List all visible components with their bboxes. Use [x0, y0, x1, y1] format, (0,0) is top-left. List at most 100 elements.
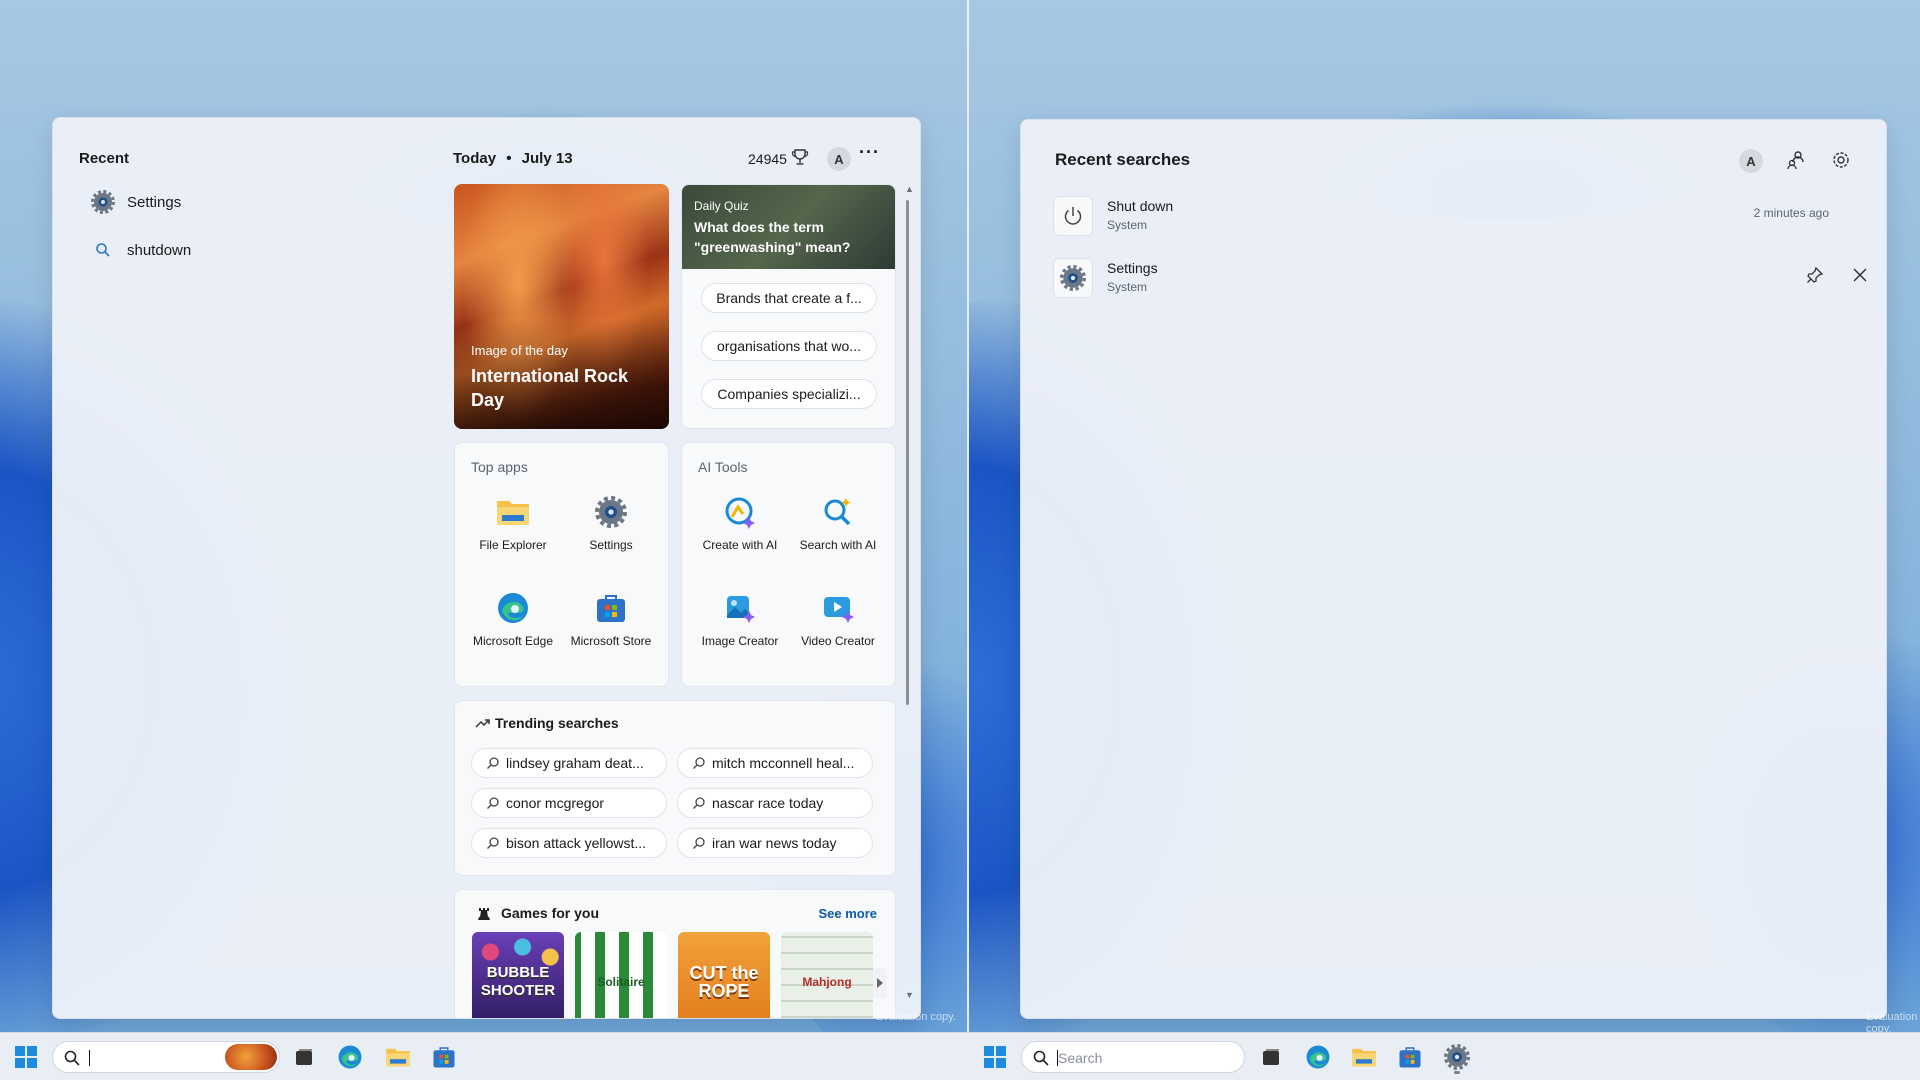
search-highlight-icon[interactable] [225, 1044, 277, 1070]
start-button[interactable] [979, 1041, 1011, 1073]
trending-item-label: bison attack yellowst... [506, 835, 647, 851]
power-icon [1053, 196, 1093, 236]
start-button[interactable] [10, 1041, 42, 1073]
date-header: Today • July 13 [453, 150, 573, 167]
date-value: July 13 [521, 150, 573, 167]
create-with-ai-icon [721, 493, 759, 531]
avatar[interactable]: A [1739, 149, 1763, 173]
games-card: Games for you See more BUBBLE SHOOTER So… [454, 889, 896, 1018]
app-tile-label: Microsoft Edge [472, 634, 554, 648]
quiz-answer[interactable]: Companies specializi... [701, 379, 877, 409]
search-icon [486, 836, 502, 852]
app-tile-settings[interactable]: Settings [562, 493, 660, 553]
file-explorer-taskbar-icon[interactable] [382, 1041, 414, 1073]
game-thumb-cut-the-rope[interactable]: CUT the ROPE [678, 932, 770, 1018]
search-icon [692, 756, 708, 772]
text-caret [89, 1050, 90, 1066]
quiz-answer[interactable]: Brands that create a f... [701, 283, 877, 313]
trending-item-label: mitch mcconnell heal... [712, 755, 855, 771]
taskbar-search-box[interactable]: Search [1021, 1041, 1245, 1073]
connected-accounts-icon[interactable] [1786, 150, 1806, 175]
search-icon [1032, 1049, 1050, 1072]
date-separator: • [506, 150, 512, 167]
trophy-icon[interactable] [791, 148, 811, 168]
recent-heading: Recent [79, 150, 130, 167]
task-view-icon[interactable] [1255, 1041, 1287, 1073]
store-taskbar-icon[interactable] [1394, 1041, 1426, 1073]
taskbar-search-box[interactable] [52, 1041, 280, 1073]
game-thumb-bubble-shooter[interactable]: BUBBLE SHOOTER [472, 932, 564, 1018]
scroll-up-icon[interactable]: ▲ [905, 184, 914, 194]
edge-icon [494, 589, 532, 627]
close-icon[interactable] [1853, 268, 1867, 287]
file-explorer-taskbar-icon[interactable] [1348, 1041, 1380, 1073]
pin-icon[interactable] [1806, 266, 1824, 289]
recent-item-label: Settings [127, 193, 182, 211]
see-more-link[interactable]: See more [818, 906, 877, 921]
quiz-kicker: Daily Quiz [694, 199, 749, 213]
task-view-icon[interactable] [288, 1041, 320, 1073]
search-icon [85, 232, 121, 268]
image-creator-icon [721, 589, 759, 627]
store-taskbar-icon[interactable] [428, 1041, 460, 1073]
trending-item[interactable]: bison attack yellowst... [471, 828, 667, 858]
recent-item-settings[interactable]: Settings [79, 182, 399, 222]
image-of-the-day-title: International Rock Day [471, 366, 629, 410]
recent-search-name: Settings [1107, 260, 1158, 276]
avatar[interactable]: A [827, 147, 851, 171]
running-indicator [1454, 1071, 1460, 1074]
ai-tile-create[interactable]: Create with AI [691, 493, 789, 553]
search-icon [486, 756, 502, 772]
watermark-text: Evaluation copy. [876, 1011, 956, 1023]
gear-icon [1053, 258, 1093, 298]
search-placeholder: Search [1058, 1050, 1103, 1066]
trending-item-label: conor mcgregor [506, 795, 605, 811]
quiz-question: What does the term "greenwashing" mean? [694, 219, 851, 255]
trending-item[interactable]: iran war news today [677, 828, 873, 858]
settings-taskbar-icon[interactable] [1441, 1041, 1473, 1074]
app-tile-file-explorer[interactable]: File Explorer [464, 493, 562, 553]
scrollbar-thumb[interactable] [906, 200, 909, 705]
recent-search-shutdown[interactable]: Shut down System 2 minutes ago [1053, 188, 1863, 244]
search-with-ai-icon [819, 493, 857, 531]
daily-quiz-card: Daily Quiz What does the term "greenwash… [681, 184, 896, 429]
games-icon [475, 904, 493, 927]
rewards-points[interactable]: 24945 [748, 151, 787, 167]
app-tile-store[interactable]: Microsoft Store [562, 589, 660, 649]
top-apps-card: Top apps File Explorer Settings Microsof… [454, 442, 669, 687]
image-of-the-day-card[interactable]: Image of the day International Rock Day [454, 184, 669, 429]
edge-taskbar-icon[interactable] [1302, 1041, 1334, 1073]
trending-item[interactable]: nascar race today [677, 788, 873, 818]
taskbar-left [0, 1032, 967, 1080]
trending-arrow-icon [475, 715, 491, 731]
quiz-answer[interactable]: organisations that wo... [701, 331, 877, 361]
app-tile-label: Microsoft Store [570, 634, 652, 648]
trending-item[interactable]: lindsey graham deat... [471, 748, 667, 778]
scroll-down-icon[interactable]: ▼ [905, 990, 914, 1000]
file-explorer-icon [494, 493, 532, 531]
trending-item[interactable]: conor mcgregor [471, 788, 667, 818]
recent-item-shutdown[interactable]: shutdown [79, 230, 399, 270]
ai-tile-label: Search with AI [799, 538, 877, 552]
ai-tools-card: AI Tools Create with AI Search with AI I… [681, 442, 896, 687]
game-thumb-solitaire[interactable]: Solitaire [575, 932, 667, 1018]
ai-tile-image-creator[interactable]: Image Creator [691, 589, 789, 649]
games-title: Games for you [501, 905, 600, 921]
games-scroll-right-icon[interactable] [873, 968, 887, 998]
app-tile-label: Settings [589, 538, 633, 552]
ai-tile-label: Image Creator [701, 634, 779, 648]
more-options-icon[interactable]: ··· [859, 142, 880, 163]
trending-item[interactable]: mitch mcconnell heal... [677, 748, 873, 778]
ai-tile-search[interactable]: Search with AI [789, 493, 887, 553]
game-thumb-mahjong[interactable]: Mahjong [781, 932, 873, 1018]
app-tile-edge[interactable]: Microsoft Edge [464, 589, 562, 649]
today-label: Today [453, 150, 497, 167]
ai-tile-video-creator[interactable]: Video Creator [789, 589, 887, 649]
edge-taskbar-icon[interactable] [334, 1041, 366, 1073]
recent-searches-title: Recent searches [1055, 150, 1191, 169]
search-icon [63, 1049, 81, 1072]
taskbar-right: Search [969, 1032, 1920, 1080]
gear-icon[interactable] [1831, 150, 1851, 175]
recent-search-settings[interactable]: Settings System [1053, 250, 1867, 306]
recent-search-name: Shut down [1107, 198, 1174, 214]
